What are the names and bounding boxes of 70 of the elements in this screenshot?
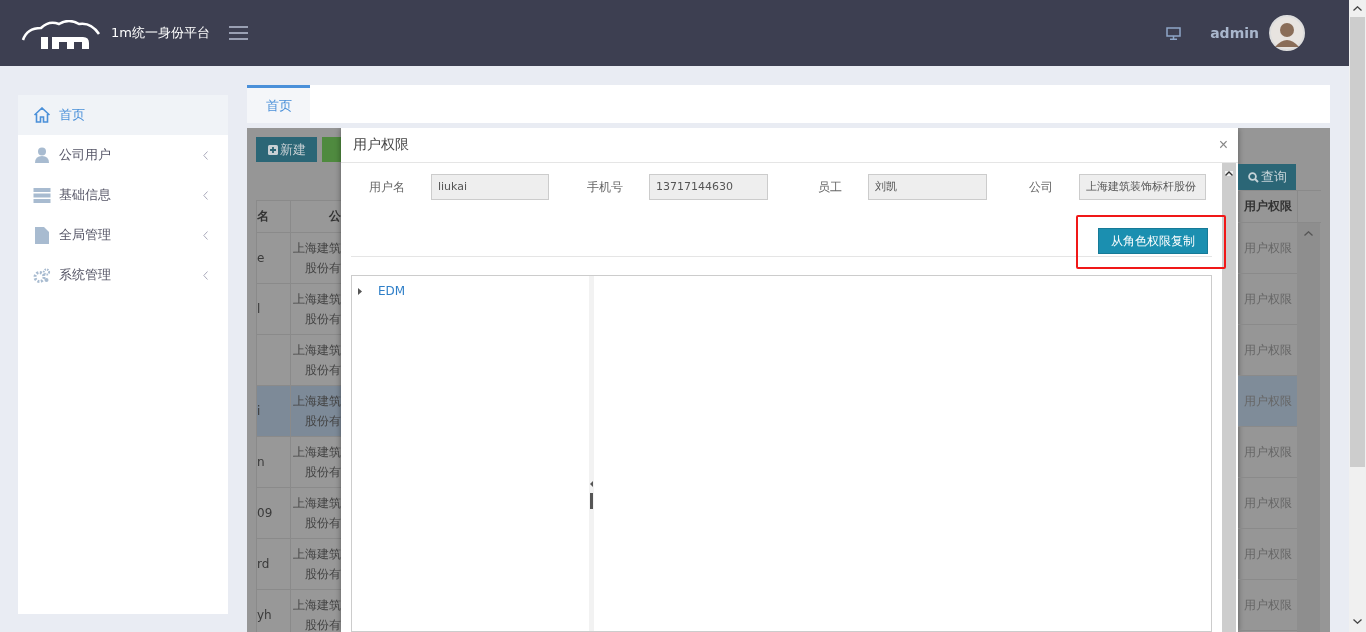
table-row[interactable]: 上海建筑 股份有 bbox=[257, 335, 341, 386]
table-cell-text: 上海建筑 股份有 bbox=[293, 495, 341, 532]
chevron-icon bbox=[203, 270, 208, 280]
table-cell-text: 上海建筑 股份有 bbox=[293, 240, 341, 277]
table-cell-text: 上海建筑 股份有 bbox=[293, 546, 341, 583]
splitter[interactable] bbox=[589, 276, 594, 631]
chevron-icon bbox=[203, 190, 208, 200]
plus-icon bbox=[267, 144, 278, 155]
home-icon bbox=[33, 107, 51, 123]
table-cell: rd bbox=[257, 557, 270, 571]
table-cell-text: 上海建筑 股份有 bbox=[293, 393, 341, 430]
table-cell: 09 bbox=[257, 506, 273, 520]
gears-icon bbox=[33, 267, 51, 283]
close-button[interactable]: × bbox=[1216, 137, 1230, 153]
table-row[interactable]: 09 上海建筑 股份有 bbox=[257, 488, 341, 539]
search-icon bbox=[1247, 171, 1259, 183]
table-row[interactable]: e 上海建筑 股份有 bbox=[257, 233, 341, 284]
expand-icon[interactable] bbox=[358, 287, 363, 295]
input-field[interactable]: liukai bbox=[431, 174, 549, 200]
field-label: 手机号 bbox=[586, 178, 624, 196]
field-label: 员工 bbox=[817, 178, 843, 196]
tab[interactable]: 首页 bbox=[247, 85, 310, 123]
menu-icon[interactable] bbox=[229, 26, 248, 40]
new-button[interactable]: 新建 bbox=[256, 137, 318, 162]
copy-permissions-button[interactable]: 从角色权限复制 bbox=[1098, 228, 1208, 254]
field-label: 用户名 bbox=[368, 178, 406, 196]
user-icon bbox=[33, 147, 51, 163]
search-button[interactable]: 查询 bbox=[1238, 164, 1296, 190]
table-row[interactable]: l 上海建筑 股份有 bbox=[257, 284, 341, 335]
sidebar-item[interactable]: 全局管理 bbox=[18, 215, 228, 255]
user-name[interactable]: admin bbox=[1210, 25, 1259, 41]
chevron-icon bbox=[203, 230, 208, 240]
table-cell: yh bbox=[257, 608, 272, 622]
sidebar-item[interactable]: 公司用户 bbox=[18, 135, 228, 175]
table-cell-text: 上海建筑 股份有 bbox=[293, 342, 341, 379]
scroll-up-icon[interactable] bbox=[1225, 171, 1233, 176]
dialog-title: 用户权限 bbox=[353, 136, 410, 154]
sidebar-item[interactable]: 基础信息 bbox=[18, 175, 228, 215]
chevron-icon bbox=[203, 150, 208, 160]
table-row[interactable]: n 上海建筑 股份有 bbox=[257, 437, 341, 488]
table-cell: l bbox=[257, 302, 261, 316]
input-field[interactable]: 刘凯 bbox=[868, 174, 987, 200]
app-title: 1m统一身份平台 bbox=[111, 24, 210, 42]
table-cell-text: 上海建筑 股份有 bbox=[293, 444, 341, 481]
scrollbar[interactable] bbox=[1222, 163, 1236, 632]
avatar[interactable] bbox=[1269, 15, 1305, 51]
scroll-up-icon[interactable] bbox=[1353, 6, 1362, 11]
input-field[interactable]: 上海建筑装饰标杆股份 bbox=[1079, 174, 1206, 200]
table-row[interactable]: rd 上海建筑 股份有 bbox=[257, 539, 341, 590]
tree-item[interactable]: EDM bbox=[378, 284, 406, 298]
table-cell: i bbox=[257, 404, 261, 418]
table-cell: e bbox=[257, 251, 265, 265]
sidebar-item[interactable]: 首页 bbox=[18, 95, 228, 135]
monitor-icon[interactable] bbox=[1166, 26, 1182, 40]
column-header: 公 bbox=[328, 208, 341, 225]
column-header: 用户权限 bbox=[1238, 191, 1298, 222]
file-icon bbox=[33, 226, 51, 244]
page-scrollbar[interactable] bbox=[1349, 0, 1366, 632]
splitter-handle-icon bbox=[590, 481, 593, 509]
sidebar-item[interactable]: 系统管理 bbox=[18, 255, 228, 295]
table-row[interactable]: i 上海建筑 股份有 bbox=[257, 386, 341, 437]
table-cell-text: 上海建筑 股份有 bbox=[293, 597, 341, 632]
table-cell-text: 上海建筑 股份有 bbox=[293, 291, 341, 328]
input-field[interactable]: 13717144630 bbox=[649, 174, 768, 200]
table-cell: n bbox=[257, 455, 265, 469]
column-header: 名 bbox=[257, 201, 291, 232]
scroll-down-icon[interactable] bbox=[1353, 619, 1362, 624]
server-icon bbox=[33, 187, 51, 203]
table-row[interactable]: yh 上海建筑 股份有 bbox=[257, 590, 341, 632]
field-label: 公司 bbox=[1028, 178, 1054, 196]
